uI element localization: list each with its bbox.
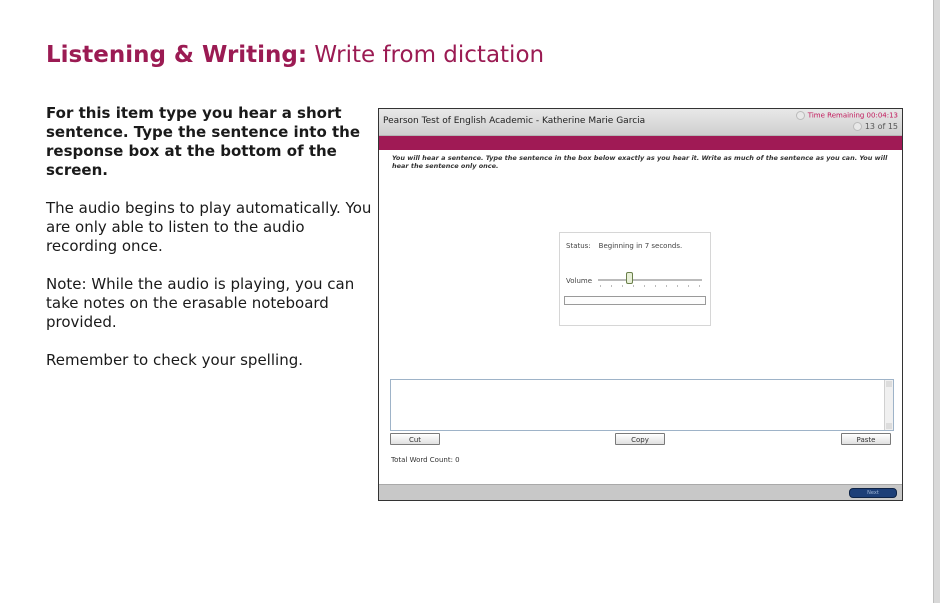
screen-title: Pearson Test of English Academic - Kathe… <box>383 116 646 126</box>
volume-slider[interactable] <box>598 279 702 281</box>
cut-button[interactable]: Cut <box>390 433 440 445</box>
status-value: Beginning in 7 seconds. <box>598 242 683 250</box>
slide-title: Listening & Writing: Write from dictatio… <box>46 42 544 68</box>
slide-title-bold: Listening & Writing: <box>46 42 308 68</box>
timer-text: Time Remaining 00:04:13 <box>807 111 898 120</box>
item-counter-text: 13 of 15 <box>864 122 898 131</box>
item-counter: 13 of 15 <box>852 122 898 131</box>
paste-button[interactable]: Paste <box>841 433 891 445</box>
page-edge <box>934 0 940 603</box>
instruction-audio: The audio begins to play automatically. … <box>46 199 372 255</box>
instruction-note: Note: While the audio is playing, you ca… <box>46 275 355 331</box>
copy-button[interactable]: Copy <box>615 433 665 445</box>
response-textarea[interactable] <box>390 379 894 431</box>
word-count: Total Word Count: 0 <box>391 456 460 464</box>
next-button[interactable]: Next <box>849 488 897 498</box>
volume-label: Volume <box>566 277 593 285</box>
accent-bar <box>379 136 902 150</box>
response-scrollbar[interactable] <box>884 380 893 430</box>
slide-title-light: Write from dictation <box>314 42 545 68</box>
footer-bar: Next <box>379 484 902 500</box>
screen-header: Pearson Test of English Academic - Kathe… <box>379 109 902 136</box>
item-counter-icon <box>852 122 862 131</box>
item-prompt: You will hear a sentence. Type the sente… <box>392 154 888 170</box>
instructions: For this item type you hear a short sent… <box>46 104 376 389</box>
instruction-lead: For this item type you hear a short sent… <box>46 104 361 179</box>
instruction-spelling: Remember to check your spelling. <box>46 351 303 369</box>
player-status: Status: Beginning in 7 seconds. <box>566 242 682 250</box>
timer: Time Remaining 00:04:13 <box>795 111 898 120</box>
audio-progress-bar <box>564 296 706 305</box>
test-screen: Pearson Test of English Academic - Kathe… <box>378 108 903 501</box>
volume-slider-thumb[interactable] <box>626 272 634 284</box>
status-label: Status: <box>566 242 591 250</box>
scroll-down-icon[interactable] <box>886 423 892 429</box>
clock-icon <box>795 111 805 120</box>
volume-ticks <box>600 285 700 287</box>
scroll-up-icon[interactable] <box>886 381 892 387</box>
audio-player: Status: Beginning in 7 seconds. Volume <box>559 232 711 326</box>
